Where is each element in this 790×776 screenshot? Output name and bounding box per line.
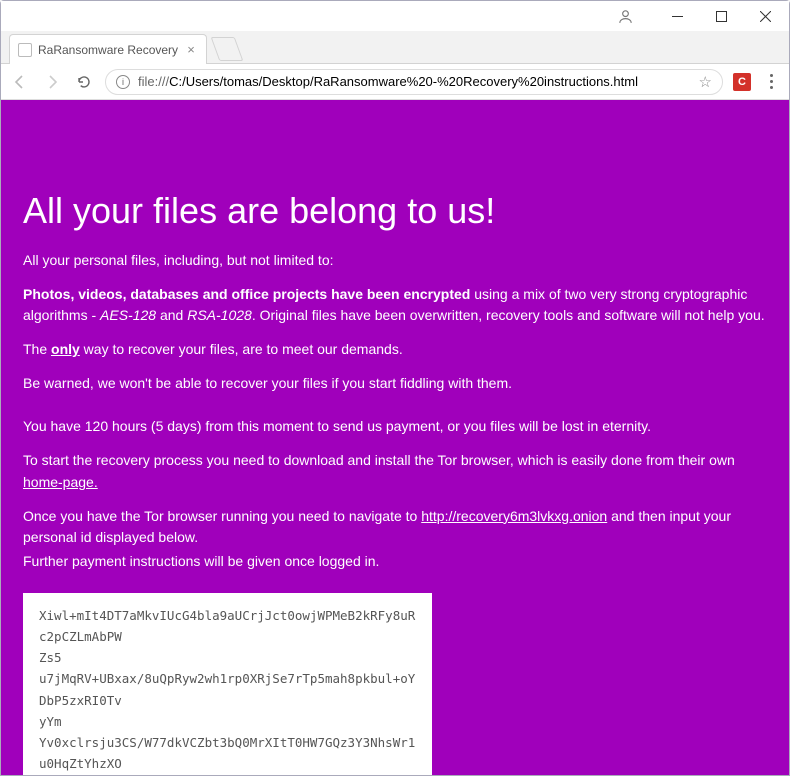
tab-close-button[interactable]: × xyxy=(184,43,198,57)
user-icon[interactable] xyxy=(613,4,637,28)
personal-id-box: Xiwl+mIt4DT7aMkvIUcG4bla9aUCrjJct0owjWPM… xyxy=(23,593,432,775)
tab-title: RaRansomware Recovery xyxy=(38,43,178,57)
reload-button[interactable] xyxy=(73,71,95,93)
note-line-7: Once you have the Tor browser running yo… xyxy=(23,506,767,549)
browser-menu-button[interactable] xyxy=(761,72,781,92)
url-text: file:///C:/Users/tomas/Desktop/RaRansomw… xyxy=(138,74,691,89)
note-line-6: To start the recovery process you need t… xyxy=(23,450,767,493)
page-content: All your files are belong to us! All you… xyxy=(1,100,789,775)
ransom-note-body: All your personal files, including, but … xyxy=(23,250,767,573)
favicon-icon xyxy=(18,43,32,57)
tab-strip: RaRansomware Recovery × xyxy=(1,31,789,64)
page-headline: All your files are belong to us! xyxy=(23,190,767,232)
note-line-2: Photos, videos, databases and office pro… xyxy=(23,284,767,327)
onion-link[interactable]: http://recovery6m3lvkxg.onion xyxy=(421,508,607,524)
browser-tab[interactable]: RaRansomware Recovery × xyxy=(9,34,207,64)
browser-window: RaRansomware Recovery × i file:///C:/Use… xyxy=(0,0,790,776)
url-input[interactable]: i file:///C:/Users/tomas/Desktop/RaRanso… xyxy=(105,69,723,95)
note-line-3: The only way to recover your files, are … xyxy=(23,339,767,361)
extension-badge[interactable]: C xyxy=(733,73,751,91)
bookmark-star-icon[interactable]: ☆ xyxy=(699,73,712,91)
window-titlebar xyxy=(1,1,789,31)
note-line-8: Further payment instructions will be giv… xyxy=(23,551,767,573)
maximize-button[interactable] xyxy=(699,2,743,30)
address-bar: i file:///C:/Users/tomas/Desktop/RaRanso… xyxy=(1,64,789,100)
minimize-button[interactable] xyxy=(655,2,699,30)
back-button[interactable] xyxy=(9,71,31,93)
note-line-4: Be warned, we won't be able to recover y… xyxy=(23,373,767,395)
note-line-1: All your personal files, including, but … xyxy=(23,250,767,272)
site-info-icon[interactable]: i xyxy=(116,75,130,89)
tor-homepage-link[interactable]: home-page. xyxy=(23,474,98,490)
forward-button[interactable] xyxy=(41,71,63,93)
new-tab-button[interactable] xyxy=(211,37,244,61)
close-button[interactable] xyxy=(743,2,787,30)
note-line-5: You have 120 hours (5 days) from this mo… xyxy=(23,416,767,438)
